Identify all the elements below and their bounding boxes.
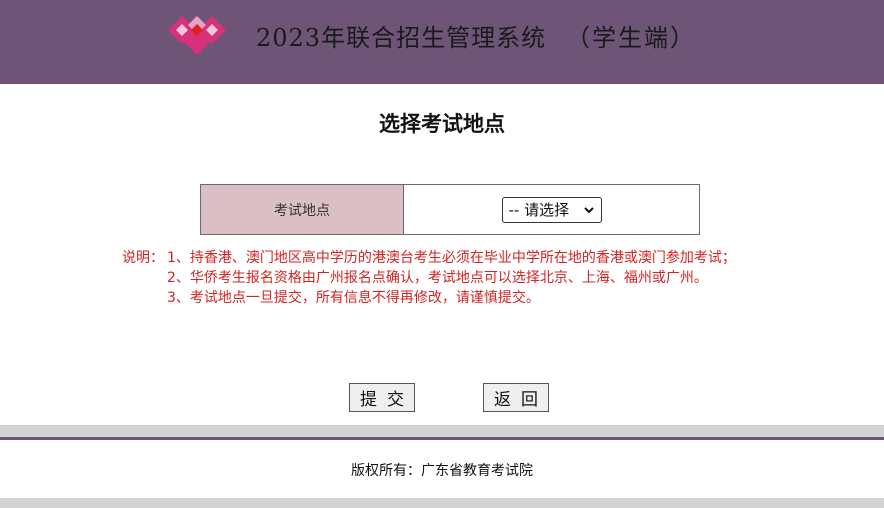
- back-button[interactable]: 返回: [483, 383, 549, 412]
- footer-band: [0, 425, 884, 437]
- instructions: 说明： 1、持香港、澳门地区高中学历的港澳台考生必须在毕业中学所在地的香港或澳门…: [122, 248, 736, 308]
- header-bar: 2023年联合招生管理系统 （学生端）: [0, 0, 884, 84]
- chevron-down-icon: [583, 206, 594, 213]
- instructions-prefix: 说明：: [122, 250, 164, 266]
- diamond-logo-icon: [168, 16, 226, 55]
- exam-location-label: 考试地点: [201, 185, 404, 234]
- bottom-band: [0, 498, 884, 508]
- copyright-text: 版权所有：广东省教育考试院: [351, 463, 533, 479]
- instruction-text: 3、考试地点一旦提交，所有信息不得再修改，请谨慎提交。: [167, 290, 540, 306]
- page-title: 选择考试地点: [379, 112, 505, 136]
- select-value: -- 请选择: [508, 201, 570, 219]
- app-title: 2023年联合招生管理系统: [256, 24, 547, 52]
- instruction-text: 2、华侨考生报名资格由广州报名点确认，考试地点可以选择北京、上海、福州或广州。: [167, 270, 708, 286]
- submit-button[interactable]: 提交: [349, 383, 415, 412]
- exam-location-cell: -- 请选择: [404, 185, 699, 234]
- footer-divider: [0, 437, 884, 440]
- app-subtitle: （学生端）: [566, 24, 696, 52]
- exam-location-select[interactable]: -- 请选择: [501, 196, 602, 223]
- instruction-text: 1、持香港、澳门地区高中学历的港澳台考生必须在毕业中学所在地的香港或澳门参加考试…: [167, 250, 736, 266]
- exam-location-form: 考试地点 -- 请选择: [200, 184, 700, 235]
- instruction-line: 3、考试地点一旦提交，所有信息不得再修改，请谨慎提交。: [122, 288, 736, 308]
- instruction-line: 2、华侨考生报名资格由广州报名点确认，考试地点可以选择北京、上海、福州或广州。: [122, 268, 736, 288]
- instruction-line: 说明： 1、持香港、澳门地区高中学历的港澳台考生必须在毕业中学所在地的香港或澳门…: [122, 248, 736, 268]
